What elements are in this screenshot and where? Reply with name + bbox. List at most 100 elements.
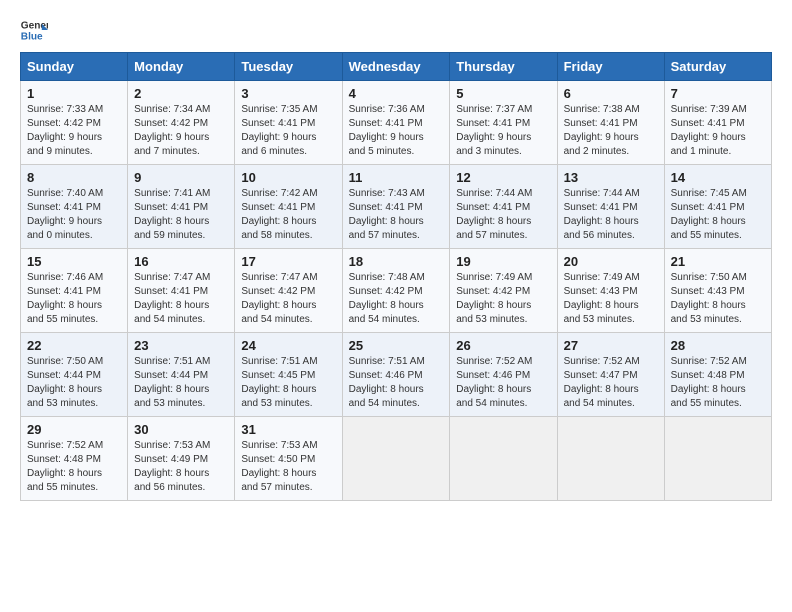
day-info: Sunrise: 7:47 AM Sunset: 4:41 PM Dayligh… [134,271,228,327]
calendar-cell: 4 Sunrise: 7:36 AM Sunset: 4:41 PM Daylig… [342,81,450,165]
calendar-header: SundayMondayTuesdayWednesdayThursdayFrid… [21,53,772,81]
calendar-cell: 26 Sunrise: 7:52 AM Sunset: 4:46 PM Dayli… [450,333,557,417]
day-number: 20 [564,254,658,269]
calendar-cell: 31Sunrise: 7:53 AM Sunset: 4:50 PM Dayli… [235,417,342,501]
calendar-cell: 23Sunrise: 7:51 AM Sunset: 4:44 PM Dayli… [128,333,235,417]
day-info: Sunrise: 7:41 AM Sunset: 4:41 PM Dayligh… [134,187,228,243]
calendar-cell: 3 Sunrise: 7:35 AM Sunset: 4:41 PM Daylig… [235,81,342,165]
calendar-cell: 9 Sunrise: 7:41 AM Sunset: 4:41 PM Daylig… [128,165,235,249]
day-info: Sunrise: 7:47 AM Sunset: 4:42 PM Dayligh… [241,271,335,327]
day-number: 29 [27,422,121,437]
calendar-cell: 1Sunrise: 7:33 AM Sunset: 4:42 PM Daylig… [21,81,128,165]
calendar-cell: 27Sunrise: 7:52 AM Sunset: 4:47 PM Dayli… [557,333,664,417]
day-info: Sunrise: 7:52 AM Sunset: 4:48 PM Dayligh… [27,439,121,495]
day-number: 13 [564,170,658,185]
calendar-cell: 28 Sunrise: 7:52 AM Sunset: 4:48 PM Dayli… [664,333,771,417]
day-info: Sunrise: 7:33 AM Sunset: 4:42 PM Dayligh… [27,103,121,159]
day-number: 18 [349,254,444,269]
day-info: Sunrise: 7:52 AM Sunset: 4:46 PM Dayligh… [456,355,550,411]
day-number: 7 [671,86,765,101]
calendar-cell: 2 Sunrise: 7:34 AM Sunset: 4:42 PM Daylig… [128,81,235,165]
column-header-monday: Monday [128,53,235,81]
column-header-wednesday: Wednesday [342,53,450,81]
day-info: Sunrise: 7:53 AM Sunset: 4:49 PM Dayligh… [134,439,228,495]
calendar-cell [557,417,664,501]
calendar-cell: 16 Sunrise: 7:47 AM Sunset: 4:41 PM Dayli… [128,249,235,333]
calendar-cell [450,417,557,501]
day-number: 28 [671,338,765,353]
day-info: Sunrise: 7:38 AM Sunset: 4:41 PM Dayligh… [564,103,658,159]
day-number: 9 [134,170,228,185]
day-info: Sunrise: 7:49 AM Sunset: 4:42 PM Dayligh… [456,271,550,327]
calendar-cell: 19 Sunrise: 7:49 AM Sunset: 4:42 PM Dayli… [450,249,557,333]
calendar-cell: 12 Sunrise: 7:44 AM Sunset: 4:41 PM Dayli… [450,165,557,249]
day-info: Sunrise: 7:44 AM Sunset: 4:41 PM Dayligh… [456,187,550,243]
day-number: 24 [241,338,335,353]
column-header-tuesday: Tuesday [235,53,342,81]
day-info: Sunrise: 7:52 AM Sunset: 4:48 PM Dayligh… [671,355,765,411]
day-info: Sunrise: 7:50 AM Sunset: 4:44 PM Dayligh… [27,355,121,411]
day-number: 10 [241,170,335,185]
day-number: 5 [456,86,550,101]
day-number: 4 [349,86,444,101]
logo-icon: General Blue [20,16,48,44]
page-header: General Blue [20,16,772,44]
calendar-cell: 24 Sunrise: 7:51 AM Sunset: 4:45 PM Dayli… [235,333,342,417]
day-info: Sunrise: 7:42 AM Sunset: 4:41 PM Dayligh… [241,187,335,243]
calendar-cell: 7 Sunrise: 7:39 AM Sunset: 4:41 PM Daylig… [664,81,771,165]
calendar-week-1: 1Sunrise: 7:33 AM Sunset: 4:42 PM Daylig… [21,81,772,165]
day-info: Sunrise: 7:46 AM Sunset: 4:41 PM Dayligh… [27,271,121,327]
column-header-friday: Friday [557,53,664,81]
day-number: 23 [134,338,228,353]
calendar-cell: 18 Sunrise: 7:48 AM Sunset: 4:42 PM Dayli… [342,249,450,333]
day-info: Sunrise: 7:50 AM Sunset: 4:43 PM Dayligh… [671,271,765,327]
day-number: 25 [349,338,444,353]
column-header-thursday: Thursday [450,53,557,81]
day-number: 31 [241,422,335,437]
day-info: Sunrise: 7:40 AM Sunset: 4:41 PM Dayligh… [27,187,121,243]
day-info: Sunrise: 7:49 AM Sunset: 4:43 PM Dayligh… [564,271,658,327]
calendar-cell: 21Sunrise: 7:50 AM Sunset: 4:43 PM Dayli… [664,249,771,333]
day-number: 14 [671,170,765,185]
day-number: 22 [27,338,121,353]
calendar-cell: 25 Sunrise: 7:51 AM Sunset: 4:46 PM Dayli… [342,333,450,417]
day-number: 3 [241,86,335,101]
day-info: Sunrise: 7:34 AM Sunset: 4:42 PM Dayligh… [134,103,228,159]
day-info: Sunrise: 7:51 AM Sunset: 4:46 PM Dayligh… [349,355,444,411]
day-info: Sunrise: 7:35 AM Sunset: 4:41 PM Dayligh… [241,103,335,159]
day-number: 30 [134,422,228,437]
calendar-cell: 8 Sunrise: 7:40 AM Sunset: 4:41 PM Daylig… [21,165,128,249]
calendar-cell: 13Sunrise: 7:44 AM Sunset: 4:41 PM Dayli… [557,165,664,249]
day-info: Sunrise: 7:37 AM Sunset: 4:41 PM Dayligh… [456,103,550,159]
calendar-week-4: 22 Sunrise: 7:50 AM Sunset: 4:44 PM Dayli… [21,333,772,417]
calendar-cell: 29 Sunrise: 7:52 AM Sunset: 4:48 PM Dayli… [21,417,128,501]
svg-text:Blue: Blue [21,31,43,42]
column-header-saturday: Saturday [664,53,771,81]
day-info: Sunrise: 7:45 AM Sunset: 4:41 PM Dayligh… [671,187,765,243]
calendar-cell: 22 Sunrise: 7:50 AM Sunset: 4:44 PM Dayli… [21,333,128,417]
calendar-week-2: 8 Sunrise: 7:40 AM Sunset: 4:41 PM Daylig… [21,165,772,249]
column-header-sunday: Sunday [21,53,128,81]
calendar-cell: 14 Sunrise: 7:45 AM Sunset: 4:41 PM Dayli… [664,165,771,249]
calendar-cell [664,417,771,501]
logo: General Blue [20,16,52,44]
day-info: Sunrise: 7:48 AM Sunset: 4:42 PM Dayligh… [349,271,444,327]
calendar-cell: 5 Sunrise: 7:37 AM Sunset: 4:41 PM Daylig… [450,81,557,165]
calendar-cell: 15Sunrise: 7:46 AM Sunset: 4:41 PM Dayli… [21,249,128,333]
day-number: 6 [564,86,658,101]
day-number: 16 [134,254,228,269]
calendar-cell: 17 Sunrise: 7:47 AM Sunset: 4:42 PM Dayli… [235,249,342,333]
day-number: 12 [456,170,550,185]
calendar-week-3: 15Sunrise: 7:46 AM Sunset: 4:41 PM Dayli… [21,249,772,333]
day-info: Sunrise: 7:36 AM Sunset: 4:41 PM Dayligh… [349,103,444,159]
day-info: Sunrise: 7:52 AM Sunset: 4:47 PM Dayligh… [564,355,658,411]
calendar-table: SundayMondayTuesdayWednesdayThursdayFrid… [20,52,772,501]
calendar-cell: 10 Sunrise: 7:42 AM Sunset: 4:41 PM Dayli… [235,165,342,249]
day-number: 8 [27,170,121,185]
day-number: 2 [134,86,228,101]
day-number: 17 [241,254,335,269]
day-number: 26 [456,338,550,353]
day-number: 19 [456,254,550,269]
day-info: Sunrise: 7:51 AM Sunset: 4:45 PM Dayligh… [241,355,335,411]
day-info: Sunrise: 7:39 AM Sunset: 4:41 PM Dayligh… [671,103,765,159]
